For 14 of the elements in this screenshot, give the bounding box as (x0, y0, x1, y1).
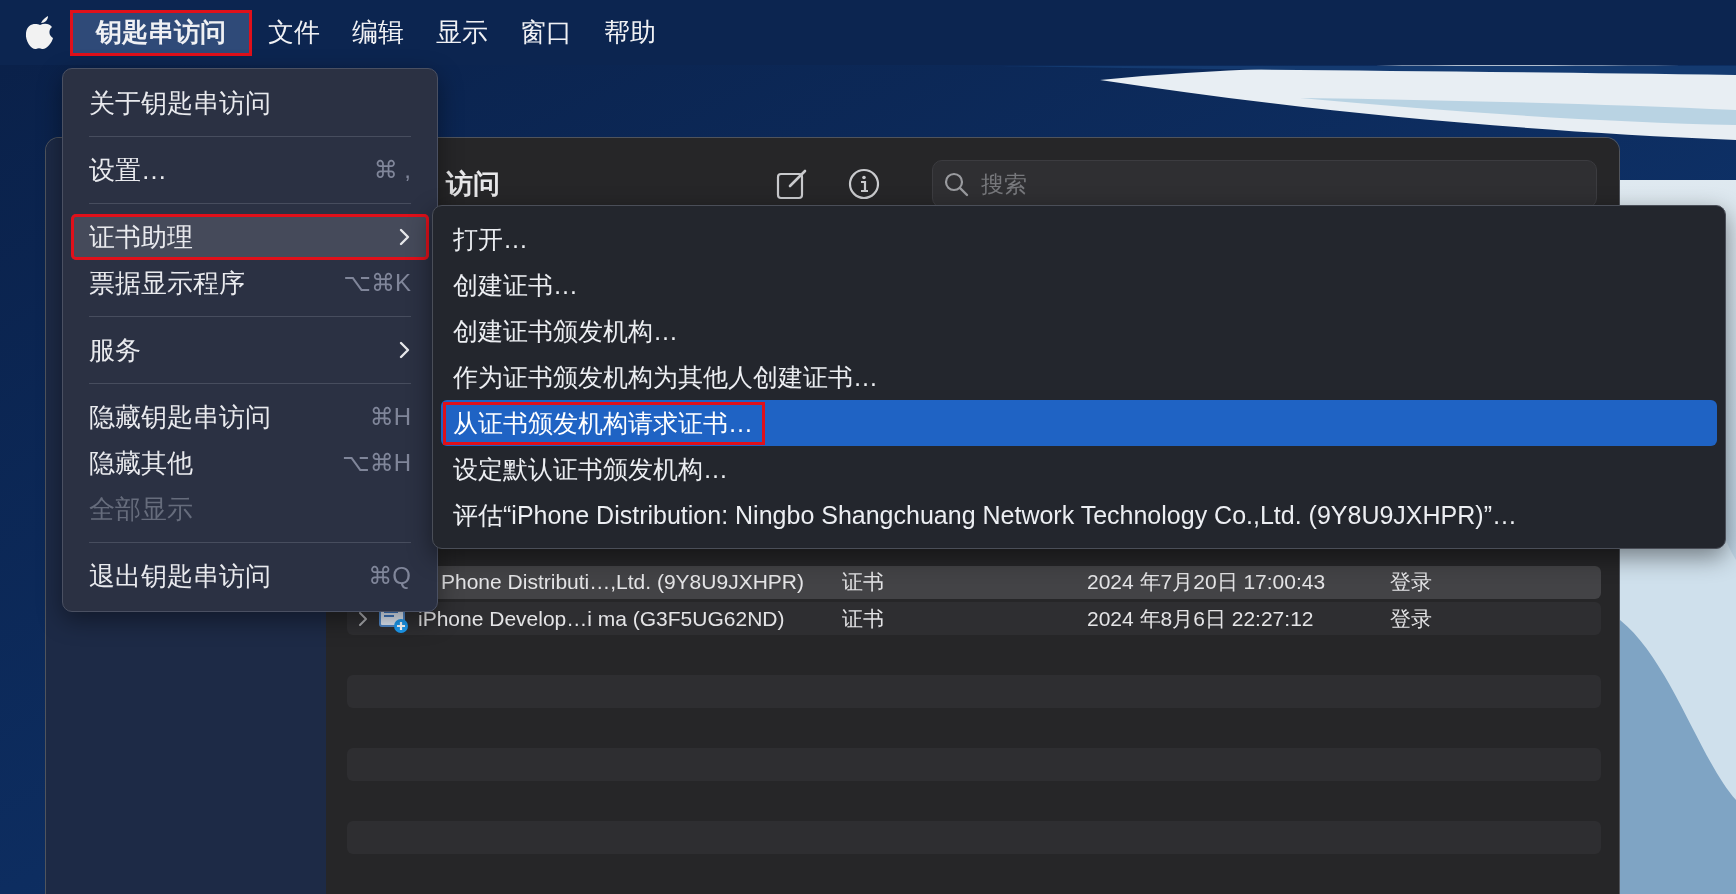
shortcut-label: ⌥⌘H (342, 449, 411, 477)
window-title: 访问 (446, 168, 501, 202)
shortcut-label: ⌘H (369, 403, 411, 431)
table-cell: 2024 年8月6日 22:27:12 (1087, 606, 1314, 630)
table-cell: 证书 (842, 606, 884, 630)
table-cell: 2024 年7月20日 17:00:43 (1087, 570, 1326, 593)
table-cell: iPhone Develop…i ma (G3F5UG62ND) (418, 606, 785, 631)
table-cell: 登录 (1390, 606, 1432, 630)
table-cell: 登录 (1390, 570, 1432, 593)
shortcut-label: ⌘ , (373, 156, 411, 184)
shortcut-label: ⌥⌘K (343, 269, 411, 297)
shortcut-label: ⌘Q (368, 562, 411, 590)
table-cell: Phone Distributi…,Ltd. (9Y8U9JXHPR) (441, 570, 804, 594)
table-cell: 证书 (842, 570, 884, 593)
